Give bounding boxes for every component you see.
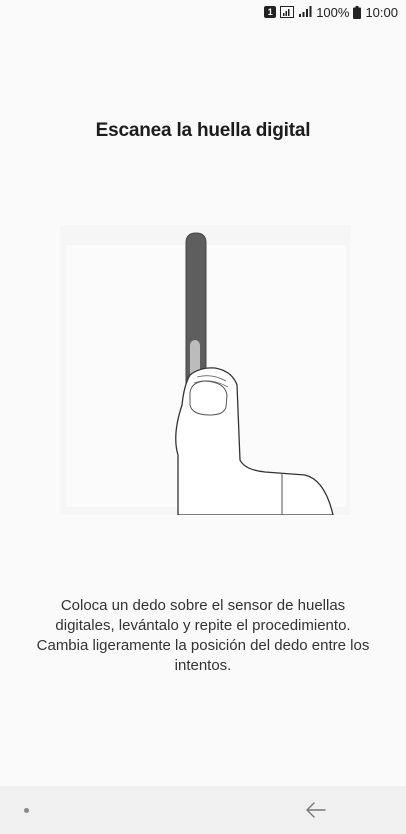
navigation-bar <box>0 786 406 834</box>
battery-percent: 100% <box>316 4 350 20</box>
status-time: 10:00 <box>365 4 398 20</box>
finger-on-sensor-illustration <box>60 225 350 515</box>
back-arrow-icon[interactable] <box>303 798 329 822</box>
battery-icon <box>353 5 362 19</box>
sim-slot-badge: 1 <box>264 6 277 18</box>
fingerprint-registration-screen: 1 100% 10:00 Escanea la huella digital C… <box>0 0 406 834</box>
page-title: Escanea la huella digital <box>95 120 311 141</box>
status-bar: 1 100% 10:00 <box>0 0 406 24</box>
wifi-calling-icon <box>280 6 295 18</box>
nav-bar-dot[interactable] <box>24 808 29 813</box>
signal-bars-icon <box>299 6 312 17</box>
instruction-text: Coloca un dedo sobre el sensor de huella… <box>36 597 370 674</box>
